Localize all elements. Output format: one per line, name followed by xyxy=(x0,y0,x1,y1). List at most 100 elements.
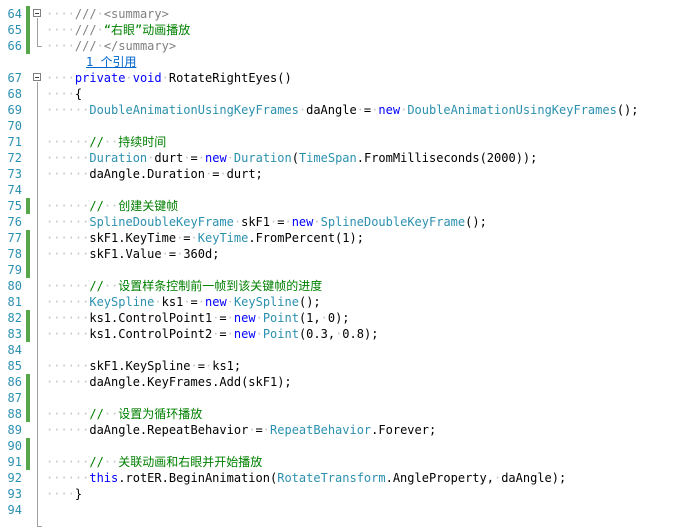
code-text: ····{ xyxy=(46,87,83,101)
code-line[interactable]: 65 ····///·“右眼”动画播放 xyxy=(0,22,690,38)
line-number: 79 xyxy=(7,263,22,277)
code-line[interactable]: 75 ······//··创建关键帧 xyxy=(0,198,690,214)
line-number: 88 xyxy=(7,407,22,421)
change-indicator-bar xyxy=(26,198,30,214)
code-text: ······Duration·durt·=·new·Duration(TimeS… xyxy=(46,151,538,165)
code-line[interactable]: 78 ······skF1.Value·=·360d; xyxy=(0,246,690,262)
code-text: ······skF1.KeySpline·=·ks1; xyxy=(46,359,242,373)
line-number: 81 xyxy=(7,295,22,309)
code-text: ······//··设置样条控制前一帧到该关键帧的进度 xyxy=(46,279,323,293)
line-number: 72 xyxy=(7,151,22,165)
line-number: 80 xyxy=(7,279,22,293)
fold-guide-summary-end xyxy=(37,46,42,47)
code-line[interactable]: 94 xyxy=(0,502,690,518)
line-number: 73 xyxy=(7,167,22,181)
code-line[interactable]: 82 ······ks1.ControlPoint1·=·new·Point(1,… xyxy=(0,310,690,326)
code-line[interactable]: 67 ····private·void·RotateRightEyes() xyxy=(0,70,690,86)
code-editor[interactable]: 64 ····///·<summary> 65 ····///·“右眼”动画播放 66 ·… xyxy=(0,0,690,527)
code-line[interactable]: 90 xyxy=(0,438,690,454)
code-line[interactable]: 70 xyxy=(0,118,690,134)
change-indicator-bar xyxy=(26,454,30,470)
line-number: 86 xyxy=(7,375,22,389)
code-line[interactable]: 81 ······KeySpline·ks1·=·new·KeySpline(); xyxy=(0,294,690,310)
code-text: ····} xyxy=(46,487,83,501)
code-text: ······//··设置为循环播放 xyxy=(46,407,203,421)
code-line[interactable]: 69 ······DoubleAnimationUsingKeyFrames·da… xyxy=(0,102,690,118)
line-number: 87 xyxy=(7,391,22,405)
code-line[interactable]: 86 ······daAngle.KeyFrames.Add(skF1); xyxy=(0,374,690,390)
code-text: ······ks1.ControlPoint1·=·new·Point(1,·0… xyxy=(46,311,350,325)
code-text: ······SplineDoubleKeyFrame·skF1·=·new·Sp… xyxy=(46,215,487,229)
code-text: ······daAngle.KeyFrames.Add(skF1); xyxy=(46,375,292,389)
line-number: 71 xyxy=(7,135,22,149)
line-number: 90 xyxy=(7,439,22,453)
line-number: 77 xyxy=(7,231,22,245)
change-indicator-bar xyxy=(26,438,30,454)
line-number: 76 xyxy=(7,215,22,229)
code-line[interactable]: 87 xyxy=(0,390,690,406)
code-line[interactable]: 79 xyxy=(0,262,690,278)
line-number: 64 xyxy=(7,7,22,21)
code-line[interactable]: 91 ······//··关联动画和右眼并开始播放 xyxy=(0,454,690,470)
line-number: 82 xyxy=(7,311,22,325)
fold-guide-method xyxy=(37,82,38,526)
change-indicator-bar xyxy=(26,310,30,326)
line-number: 89 xyxy=(7,423,22,437)
line-number: 74 xyxy=(7,183,22,197)
code-text: ····private·void·RotateRightEyes() xyxy=(46,71,292,85)
code-text: ······this.rotER.BeginAnimation(RotateTr… xyxy=(46,471,567,485)
code-line[interactable]: 83 ······ks1.ControlPoint2·=·new·Point(0.… xyxy=(0,326,690,342)
line-number: 85 xyxy=(7,359,22,373)
code-line[interactable]: 68 ····{ xyxy=(0,86,690,102)
code-text: ····///·</summary> xyxy=(46,39,177,53)
code-line[interactable]: 89 ······daAngle.RepeatBehavior·=·RepeatB… xyxy=(0,422,690,438)
references-link[interactable]: 1 个引用 xyxy=(86,54,136,70)
code-text: ······daAngle.Duration·=·durt; xyxy=(46,167,263,181)
code-line[interactable]: 72 ······Duration·durt·=·new·Duration(Tim… xyxy=(0,150,690,166)
code-text: ······//··关联动画和右眼并开始播放 xyxy=(46,455,263,469)
code-line[interactable]: 85 ······skF1.KeySpline·=·ks1; xyxy=(0,358,690,374)
code-line[interactable]: 77 ······skF1.KeyTime·=·KeyTime.FromPerce… xyxy=(0,230,690,246)
fold-guide-summary xyxy=(37,18,38,46)
code-text: ······skF1.Value·=·360d; xyxy=(46,247,220,261)
collapse-icon[interactable] xyxy=(33,73,41,81)
change-indicator-bar xyxy=(26,22,30,38)
code-line[interactable]: 93 ····} xyxy=(0,486,690,502)
line-number: 83 xyxy=(7,327,22,341)
change-indicator-bar xyxy=(26,6,30,22)
code-text: ······skF1.KeyTime·=·KeyTime.FromPercent… xyxy=(46,231,364,245)
code-line[interactable]: 88 ······//··设置为循环播放 xyxy=(0,406,690,422)
collapse-icon[interactable] xyxy=(33,9,41,17)
line-number: 67 xyxy=(7,71,22,85)
code-line[interactable]: 92 ······this.rotER.BeginAnimation(Rotate… xyxy=(0,470,690,486)
change-indicator-bar xyxy=(26,406,30,422)
code-text: ······KeySpline·ks1·=·new·KeySpline(); xyxy=(46,295,321,309)
line-number: 68 xyxy=(7,87,22,101)
change-indicator-bar xyxy=(26,230,30,246)
code-text: ······//··持续时间 xyxy=(46,135,167,149)
code-line[interactable]: 80 ······//··设置样条控制前一帧到该关键帧的进度 xyxy=(0,278,690,294)
line-number: 78 xyxy=(7,247,22,261)
line-number: 93 xyxy=(7,487,22,501)
code-line[interactable]: 73 ······daAngle.Duration·=·durt; xyxy=(0,166,690,182)
line-number: 65 xyxy=(7,23,22,37)
code-line[interactable]: 76 ······SplineDoubleKeyFrame·skF1·=·new·… xyxy=(0,214,690,230)
code-line[interactable]: 64 ····///·<summary> xyxy=(0,6,690,22)
line-number: 91 xyxy=(7,455,22,469)
change-indicator-bar xyxy=(26,390,30,406)
code-line[interactable]: 66 ····///·</summary> xyxy=(0,38,690,54)
line-number: 84 xyxy=(7,343,22,357)
change-indicator-bar xyxy=(26,374,30,390)
line-number: 75 xyxy=(7,199,22,213)
code-text: ····///·“右眼”动画播放 xyxy=(46,23,191,37)
line-number: 92 xyxy=(7,471,22,485)
code-text: ······DoubleAnimationUsingKeyFrames·daAn… xyxy=(46,103,639,117)
line-number: 66 xyxy=(7,39,22,53)
code-text: ······//··创建关键帧 xyxy=(46,199,179,213)
code-line[interactable]: 71 ······//··持续时间 xyxy=(0,134,690,150)
code-line[interactable]: 74 xyxy=(0,182,690,198)
change-indicator-bar xyxy=(26,326,30,342)
codelens-row[interactable]: 1 个引用 xyxy=(0,54,690,70)
code-line[interactable]: 84 xyxy=(0,342,690,358)
code-text: ······ks1.ControlPoint2·=·new·Point(0.3,… xyxy=(46,327,379,341)
